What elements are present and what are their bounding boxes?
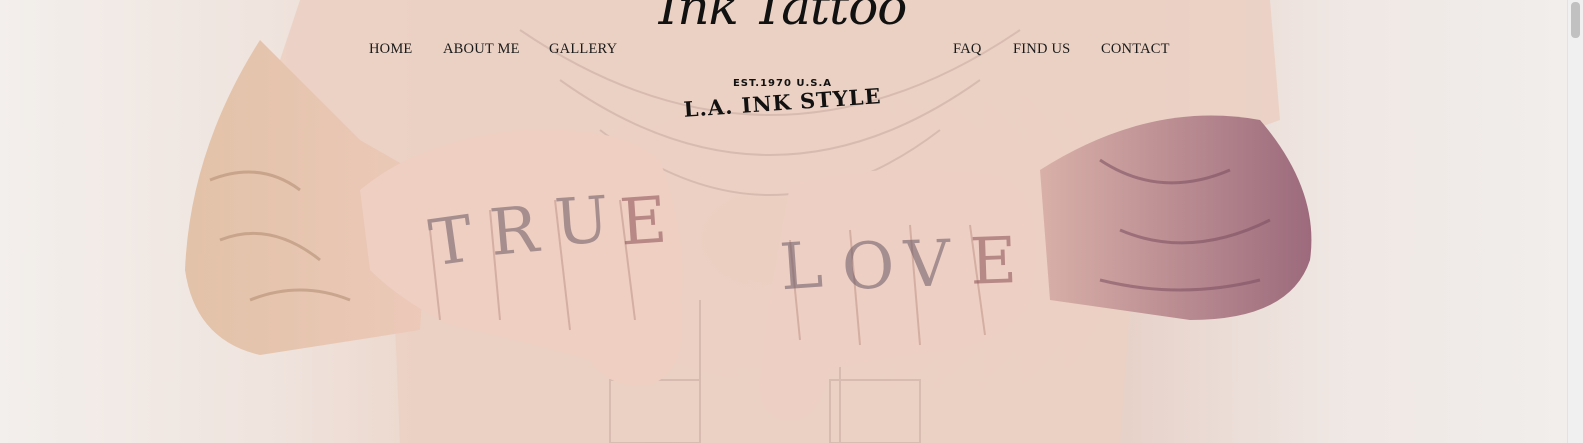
knuckle-letter: O [840, 228, 897, 306]
nav-faq-link[interactable]: FAQ [953, 41, 982, 58]
nav-gallery-link[interactable]: GALLERY [549, 41, 617, 58]
knuckle-letter: R [486, 193, 542, 271]
nav-contact-link[interactable]: CONTACT [1101, 41, 1170, 58]
nav-about-me-link[interactable]: ABOUT ME [443, 41, 520, 58]
nav-find-us-link[interactable]: FIND US [1013, 41, 1070, 58]
knuckle-letter: U [552, 183, 612, 261]
logo-script-text: Ink Tattoo [658, 0, 908, 36]
nav-home-link[interactable]: HOME [369, 41, 413, 58]
knuckle-letter: E [968, 224, 1018, 300]
knuckle-letter: E [617, 183, 670, 261]
site-logo[interactable]: Ink Tattoo EST.1970 U.S.A L.A. INK STYLE [650, 0, 915, 122]
vertical-scrollbar[interactable] [1567, 0, 1583, 443]
scrollbar-thumb[interactable] [1571, 2, 1580, 38]
knuckle-letter: L [777, 228, 826, 306]
knuckle-letter: V [902, 227, 952, 303]
